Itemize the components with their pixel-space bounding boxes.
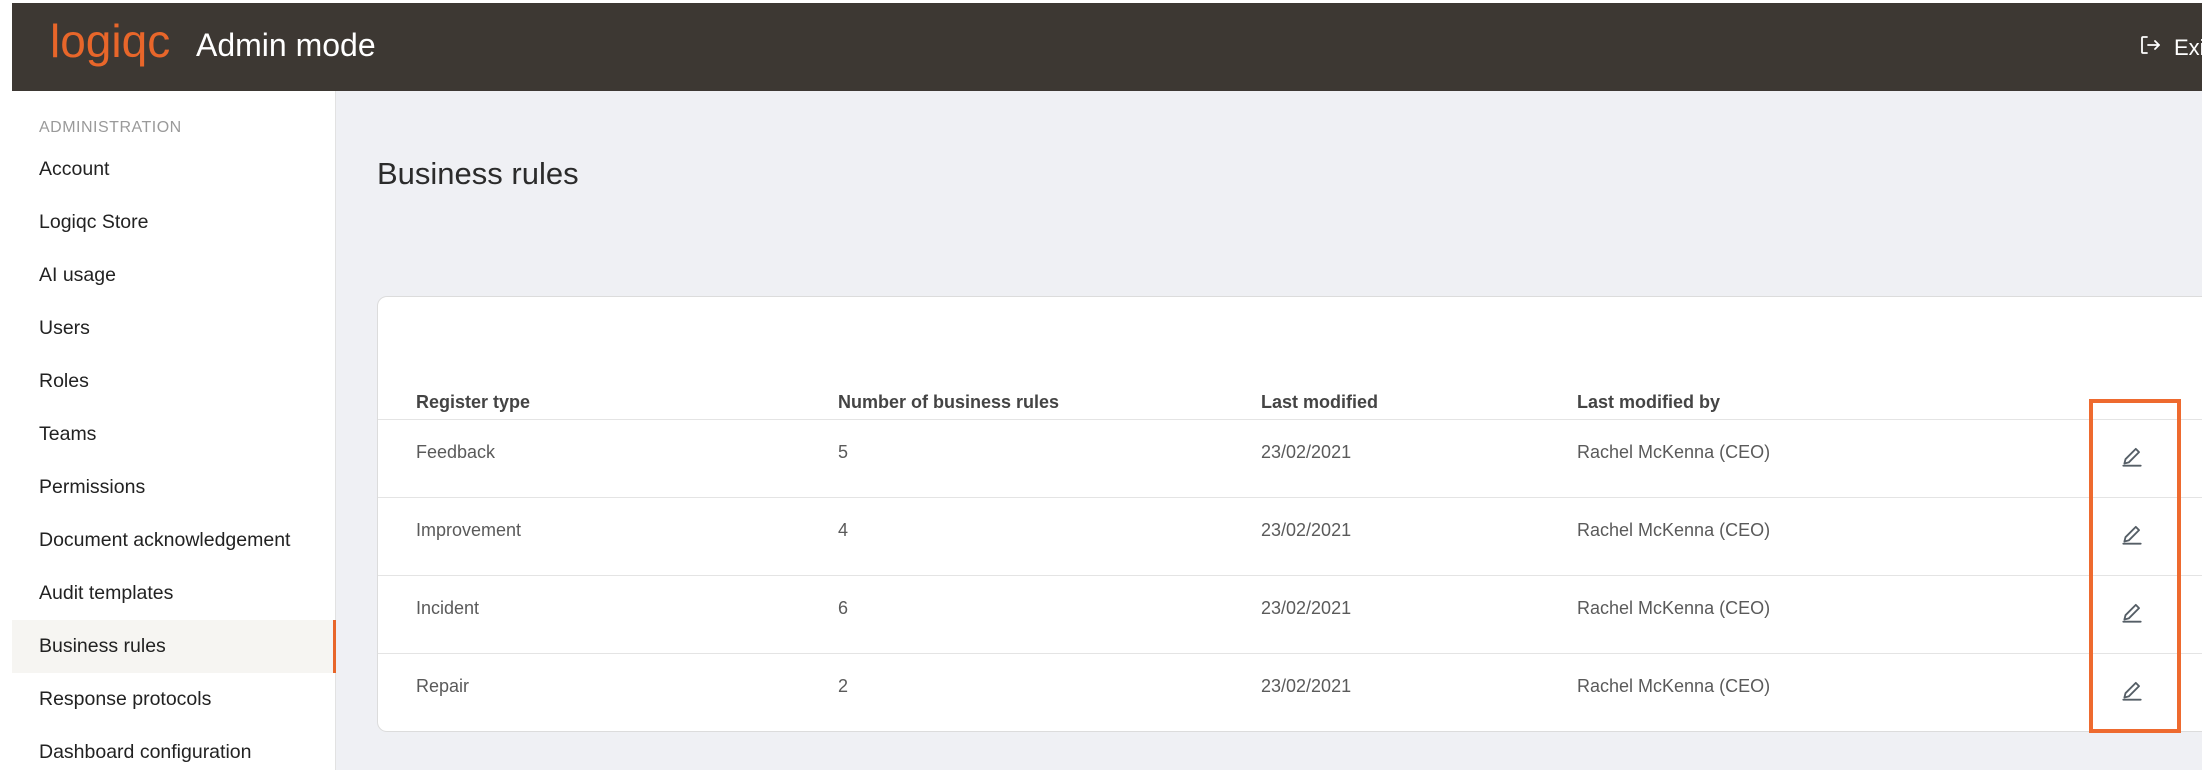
sidebar-item-label: Business rules (39, 635, 166, 657)
logiqc-logo[interactable]: logiqc (50, 17, 190, 81)
cell-modified-by: Rachel McKenna (CEO) (1577, 598, 1771, 618)
sidebar-item-label: Dashboard configuration (39, 741, 252, 763)
cell-last-modified: 23/02/2021 (1261, 520, 1352, 540)
column-header-number-of-rules: Number of business rules (838, 392, 1060, 412)
sidebar-item-label: Logiqc Store (39, 211, 149, 233)
table-row: Incident 6 23/02/2021 Rachel McKenna (CE… (378, 575, 2202, 653)
column-header-last-modified: Last modified (1261, 392, 1379, 412)
pencil-icon (2122, 525, 2142, 545)
edit-button[interactable] (2114, 439, 2150, 475)
admin-mode-title: Admin mode (196, 27, 376, 63)
sidebar-item-label: Teams (39, 423, 97, 445)
exit-label: Exit (2174, 35, 2202, 60)
sidebar-item-ai-usage[interactable]: AI usage (12, 249, 336, 302)
sidebar-item-teams[interactable]: Teams (12, 408, 336, 461)
pencil-icon (2122, 681, 2142, 701)
app-frame: logiqc Admin mode Exit ADMINISTRATION Ac… (12, 3, 2202, 770)
cell-register-type: Repair (416, 676, 470, 696)
sidebar-item-response-protocols[interactable]: Response protocols (12, 673, 336, 726)
cell-rule-count: 5 (838, 442, 849, 462)
column-header-register-type: Register type (416, 392, 531, 412)
sidebar-item-label: Document acknowledgement (39, 529, 291, 551)
cell-modified-by: Rachel McKenna (CEO) (1577, 676, 1771, 696)
cell-last-modified: 23/02/2021 (1261, 442, 1352, 462)
sidebar-item-account[interactable]: Account (12, 143, 336, 196)
edit-button[interactable] (2114, 673, 2150, 709)
sidebar-item-label: Permissions (39, 476, 146, 498)
sidebar-item-users[interactable]: Users (12, 302, 336, 355)
table-row: Repair 2 23/02/2021 Rachel McKenna (CEO) (378, 653, 2202, 731)
table-row: Improvement 4 23/02/2021 Rachel McKenna … (378, 497, 2202, 575)
table-row: Feedback 5 23/02/2021 Rachel McKenna (CE… (378, 419, 2202, 497)
cell-register-type: Feedback (416, 442, 496, 462)
sidebar-item-label: Roles (39, 370, 89, 392)
cell-last-modified: 23/02/2021 (1261, 676, 1352, 696)
top-bar: logiqc Admin mode Exit (12, 3, 2202, 91)
sidebar-item-label: AI usage (39, 264, 116, 286)
cell-modified-by: Rachel McKenna (CEO) (1577, 520, 1771, 540)
svg-text:logiqc: logiqc (50, 17, 170, 67)
sidebar-item-dashboard-configuration[interactable]: Dashboard configuration (12, 726, 336, 770)
cell-rule-count: 2 (838, 676, 849, 696)
sidebar-item-label: Response protocols (39, 688, 212, 710)
logout-icon (2138, 33, 2162, 63)
cell-register-type: Improvement (416, 520, 522, 540)
edit-button[interactable] (2114, 517, 2150, 553)
sidebar-item-logiqc-store[interactable]: Logiqc Store (12, 196, 336, 249)
sidebar-nav: Account Logiqc Store AI usage Users Role… (12, 143, 336, 770)
cell-last-modified: 23/02/2021 (1261, 598, 1352, 618)
page-title: Business rules (377, 156, 579, 191)
column-header-last-modified-by: Last modified by (1577, 392, 1721, 412)
cell-register-type: Incident (416, 598, 480, 618)
sidebar-item-audit-templates[interactable]: Audit templates (12, 567, 336, 620)
edit-button[interactable] (2114, 595, 2150, 631)
pencil-icon (2122, 447, 2142, 467)
sidebar-item-label: Account (39, 158, 110, 180)
sidebar-item-business-rules[interactable]: Business rules (12, 620, 336, 673)
exit-button[interactable]: Exit (2138, 33, 2202, 63)
pencil-icon (2122, 603, 2142, 623)
admin-sidebar: ADMINISTRATION Account Logiqc Store AI u… (12, 91, 336, 770)
sidebar-item-roles[interactable]: Roles (12, 355, 336, 408)
sidebar-item-document-acknowledgement[interactable]: Document acknowledgement (12, 514, 336, 567)
sidebar-item-label: Audit templates (39, 582, 174, 604)
sidebar-heading: ADMINISTRATION (39, 119, 182, 136)
cell-rule-count: 6 (838, 598, 849, 618)
sidebar-item-label: Users (39, 317, 90, 339)
sidebar-item-permissions[interactable]: Permissions (12, 461, 336, 514)
cell-rule-count: 4 (838, 520, 849, 540)
business-rules-table: Register type Number of business rules L… (377, 296, 2202, 732)
cell-modified-by: Rachel McKenna (CEO) (1577, 442, 1771, 462)
